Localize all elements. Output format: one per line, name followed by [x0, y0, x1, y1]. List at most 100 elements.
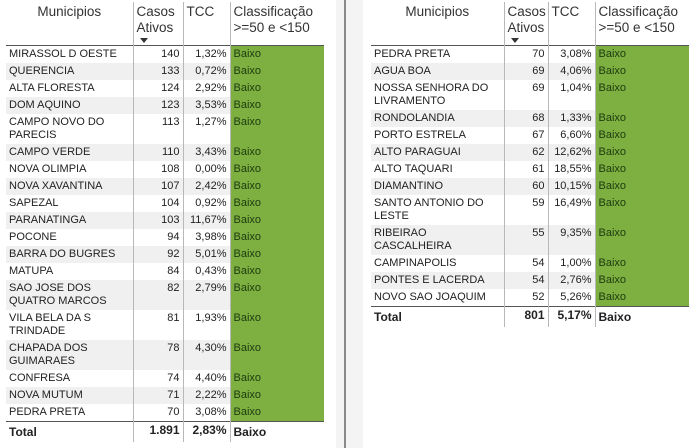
casos-cell: 104: [132, 195, 183, 212]
tcc-cell: 9,35%: [547, 225, 595, 255]
classificacao-cell: Baixo: [594, 45, 689, 63]
classificacao-cell: Baixo: [229, 340, 324, 370]
table-row[interactable]: CAMPINAPOLIS 54 1,00% Baixo: [371, 255, 689, 272]
sort-descending-icon[interactable]: [139, 38, 148, 43]
tcc-cell: 0,72%: [182, 63, 230, 80]
table-row[interactable]: CONFRESA 74 4,40% Baixo: [6, 370, 324, 387]
panel-divider: [336, 0, 363, 448]
classificacao-cell: Baixo: [229, 280, 324, 310]
table-row[interactable]: NOVA MUTUM 71 2,22% Baixo: [6, 387, 324, 404]
table-row[interactable]: QUERENCIA 133 0,72% Baixo: [6, 63, 324, 80]
casos-cell: 113: [132, 114, 183, 144]
table-row[interactable]: NOVO SAO JOAQUIM 52 5,26% Baixo: [371, 289, 689, 307]
municipio-cell: CHAPADA DOS GUIMARAES: [6, 340, 133, 370]
col-header-classificacao[interactable]: Classificação >=50 e <150: [594, 2, 689, 46]
tcc-cell: 4,06%: [547, 63, 595, 80]
classificacao-cell: Baixo: [594, 80, 689, 110]
municipio-cell: CAMPO NOVO DO PARECIS: [9, 116, 105, 141]
table-row[interactable]: CAMPO NOVO DO PARECIS 113 1,27% Baixo: [6, 114, 324, 144]
col-header-municipios[interactable]: Municipios: [371, 2, 504, 46]
table-row[interactable]: POCONE 94 3,98% Baixo: [6, 229, 324, 246]
tcc-cell: 3,08%: [182, 404, 230, 422]
col-header-municipios[interactable]: Municipios: [6, 2, 133, 46]
table-row[interactable]: SANTO ANTONIO DO LESTE 59 16,49% Baixo: [371, 195, 689, 225]
municipio-cell: DOM AQUINO: [6, 97, 133, 114]
total-classificacao: Baixo: [229, 421, 324, 442]
left-table-panel: Municipios Casos Ativos TCC Classificaçã…: [0, 0, 336, 448]
table-row[interactable]: PARANATINGA 103 11,67% Baixo: [6, 212, 324, 229]
casos-cell: 81: [132, 310, 183, 340]
table-row[interactable]: NOVA XAVANTINA 107 2,42% Baixo: [6, 178, 324, 195]
col-header-tcc[interactable]: TCC: [547, 2, 595, 46]
left-table: Municipios Casos Ativos TCC Classificaçã…: [6, 2, 324, 442]
tcc-cell: 0,43%: [182, 263, 230, 280]
municipio-cell: DIAMANTINO: [371, 178, 504, 195]
casos-cell: 54: [503, 255, 548, 272]
table-row[interactable]: NOVA OLIMPIA 108 0,00% Baixo: [6, 161, 324, 178]
table-row[interactable]: PEDRA PRETA 70 3,08% Baixo: [6, 404, 324, 422]
table-row[interactable]: SAO JOSE DOS QUATRO MARCOS 82 2,79% Baixo: [6, 280, 324, 310]
classificacao-cell: Baixo: [229, 404, 324, 422]
table-row[interactable]: RIBEIRAO CASCALHEIRA 55 9,35% Baixo: [371, 225, 689, 255]
tcc-cell: 3,08%: [547, 45, 595, 63]
table-row[interactable]: DOM AQUINO 123 3,53% Baixo: [6, 97, 324, 114]
casos-cell: 54: [503, 272, 548, 289]
table-row[interactable]: RONDOLANDIA 68 1,33% Baixo: [371, 110, 689, 127]
classificacao-cell: Baixo: [229, 63, 324, 80]
casos-cell: 108: [132, 161, 183, 178]
table-row[interactable]: CHAPADA DOS GUIMARAES 78 4,30% Baixo: [6, 340, 324, 370]
casos-cell: 92: [132, 246, 183, 263]
classificacao-cell: Baixo: [229, 246, 324, 263]
table-row[interactable]: ALTA FLORESTA 124 2,92% Baixo: [6, 80, 324, 97]
table-row[interactable]: ALTO TAQUARI 61 18,55% Baixo: [371, 161, 689, 178]
table-row[interactable]: MATUPA 84 0,43% Baixo: [6, 263, 324, 280]
casos-cell: 124: [132, 80, 183, 97]
total-classificacao: Baixo: [594, 306, 689, 327]
col-header-classificacao[interactable]: Classificação >=50 e <150: [229, 2, 324, 46]
table-row[interactable]: PEDRA PRETA 70 3,08% Baixo: [371, 45, 689, 63]
municipio-cell: CONFRESA: [9, 372, 71, 384]
casos-cell: 61: [503, 161, 548, 178]
table-row[interactable]: SAPEZAL 104 0,92% Baixo: [6, 195, 324, 212]
municipio-cell: ALTA FLORESTA: [9, 82, 95, 94]
classificacao-cell: Baixo: [229, 114, 324, 144]
classificacao-cell: Baixo: [229, 80, 324, 97]
classificacao-cell: Baixo: [229, 387, 324, 404]
classificacao-cell: Baixo: [229, 310, 324, 340]
col-header-tcc[interactable]: TCC: [182, 2, 230, 46]
classificacao-cell: Baixo: [229, 97, 324, 114]
table-row[interactable]: BARRA DO BUGRES 92 5,01% Baixo: [6, 246, 324, 263]
table-row[interactable]: VILA BELA DA S TRINDADE 81 1,93% Baixo: [6, 310, 324, 340]
municipio-cell: PEDRA PRETA: [374, 48, 451, 60]
classificacao-cell: Baixo: [594, 144, 689, 161]
tcc-cell: 5,26%: [547, 289, 595, 307]
municipio-cell: CAMPINAPOLIS: [374, 257, 457, 269]
table-row[interactable]: AGUA BOA 69 4,06% Baixo: [371, 63, 689, 80]
sort-descending-icon[interactable]: [510, 38, 519, 43]
municipio-cell: CAMPO VERDE: [6, 144, 133, 161]
table-row[interactable]: DIAMANTINO 60 10,15% Baixo: [371, 178, 689, 195]
casos-cell: 94: [132, 229, 183, 246]
right-table-panel: Municipios Casos Ativos TCC Classificaçã…: [363, 0, 700, 448]
municipio-cell: SANTO ANTONIO DO LESTE: [374, 197, 484, 222]
classificacao-cell: Baixo: [229, 229, 324, 246]
table-row[interactable]: PORTO ESTRELA 67 6,60% Baixo: [371, 127, 689, 144]
table-row[interactable]: PONTES E LACERDA 54 2,76% Baixo: [371, 272, 689, 289]
casos-cell: 67: [503, 127, 548, 144]
tcc-cell: 2,79%: [182, 280, 230, 310]
tcc-cell: 4,40%: [182, 370, 230, 387]
table-row[interactable]: MIRASSOL D OESTE 140 1,32% Baixo: [6, 45, 324, 63]
table-row[interactable]: CAMPO VERDE 110 3,43% Baixo: [6, 144, 324, 161]
tcc-cell: 0,92%: [182, 195, 230, 212]
tcc-cell: 5,01%: [182, 246, 230, 263]
divider-line: [344, 0, 346, 448]
table-row[interactable]: ALTO PARAGUAI 62 12,62% Baixo: [371, 144, 689, 161]
col-header-casos[interactable]: Casos Ativos: [503, 2, 548, 46]
municipio-cell: ALTO TAQUARI: [374, 163, 453, 175]
tcc-cell: 1,32%: [182, 45, 230, 63]
col-header-casos[interactable]: Casos Ativos: [132, 2, 183, 46]
classificacao-cell: Baixo: [229, 178, 324, 195]
casos-cell: 52: [503, 289, 548, 307]
table-row[interactable]: NOSSA SENHORA DO LIVRAMENTO 69 1,04% Baixo: [371, 80, 689, 110]
classificacao-cell: Baixo: [594, 272, 689, 289]
